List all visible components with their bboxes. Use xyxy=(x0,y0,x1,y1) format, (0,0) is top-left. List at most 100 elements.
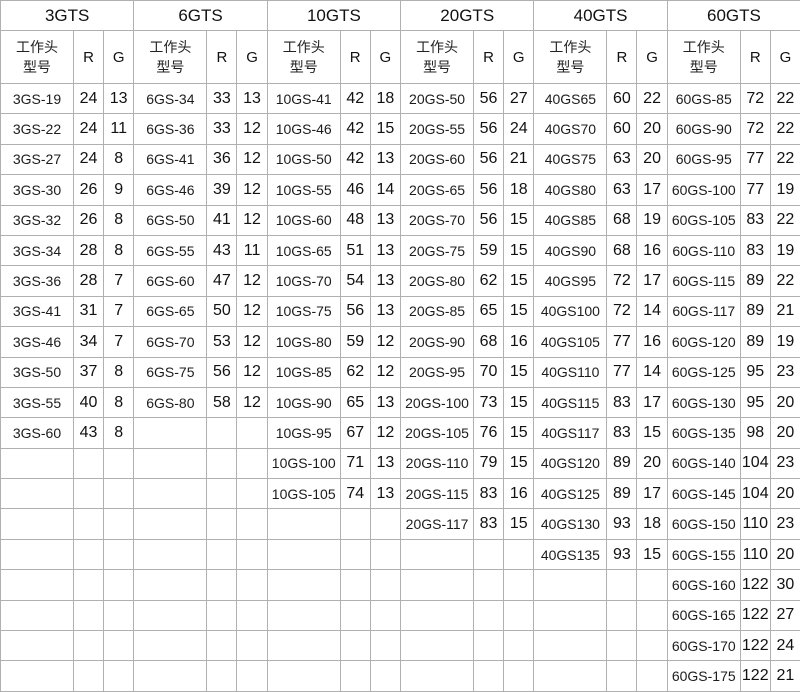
g-value-cell: 12 xyxy=(237,114,267,144)
g-value-cell: 12 xyxy=(237,387,267,417)
g-value-cell: 13 xyxy=(370,144,400,174)
g-value-cell xyxy=(237,539,267,569)
table-row: 60GS-17512221 xyxy=(1,661,800,692)
table-row: 3GS-463476GS-70531210GS-80591220GS-90681… xyxy=(1,327,800,357)
model-cell: 10GS-70 xyxy=(267,266,340,296)
model-header-line1: 工作头 xyxy=(134,37,206,57)
r-value-cell xyxy=(207,631,237,661)
r-value-cell: 63 xyxy=(607,175,637,205)
r-value-cell: 122 xyxy=(740,570,770,600)
r-value-cell: 89 xyxy=(740,296,770,326)
g-value-cell xyxy=(504,631,534,661)
g-value-cell xyxy=(104,600,134,630)
model-cell: 6GS-80 xyxy=(134,387,207,417)
r-value-cell xyxy=(207,418,237,448)
model-cell: 10GS-55 xyxy=(267,175,340,205)
r-column-header: R xyxy=(474,31,504,84)
model-cell: 3GS-30 xyxy=(1,175,74,205)
g-value-cell xyxy=(104,631,134,661)
r-value-cell: 89 xyxy=(740,266,770,296)
r-value-cell: 89 xyxy=(607,479,637,509)
table-row: 10GS-105741320GS-115831640GS125891760GS-… xyxy=(1,479,800,509)
g-value-cell xyxy=(504,570,534,600)
g-value-cell: 17 xyxy=(637,479,667,509)
r-value-cell: 122 xyxy=(740,661,770,692)
g-value-cell: 17 xyxy=(637,387,667,417)
model-cell: 40GS125 xyxy=(534,479,607,509)
model-cell: 10GS-90 xyxy=(267,387,340,417)
model-cell: 6GS-55 xyxy=(134,235,207,265)
model-header-line2: 型号 xyxy=(134,57,206,77)
g-value-cell: 30 xyxy=(770,570,800,600)
model-cell xyxy=(1,509,74,539)
model-cell xyxy=(534,631,607,661)
model-cell: 3GS-60 xyxy=(1,418,74,448)
model-cell: 60GS-140 xyxy=(667,448,740,478)
g-value-cell: 14 xyxy=(637,296,667,326)
model-cell: 40GS85 xyxy=(534,205,607,235)
r-value-cell: 67 xyxy=(340,418,370,448)
table-row: 3GS-342886GS-55431110GS-65511320GS-75591… xyxy=(1,235,800,265)
r-column-header: R xyxy=(607,31,637,84)
r-value-cell: 39 xyxy=(207,175,237,205)
table-row: 20GS-117831540GS130931860GS-15011023 xyxy=(1,509,800,539)
g-value-cell: 7 xyxy=(104,296,134,326)
r-value-cell xyxy=(474,539,504,569)
model-cell: 10GS-85 xyxy=(267,357,340,387)
table-header: 3GTS6GTS10GTS20GTS40GTS60GTS工作头型号RG工作头型号… xyxy=(1,1,800,84)
g-value-cell: 22 xyxy=(770,114,800,144)
r-value-cell: 68 xyxy=(607,205,637,235)
model-cell xyxy=(267,539,340,569)
r-value-cell xyxy=(474,661,504,692)
model-cell: 6GS-75 xyxy=(134,357,207,387)
g-value-cell: 12 xyxy=(370,327,400,357)
model-column-header: 工作头型号 xyxy=(667,31,740,84)
r-value-cell xyxy=(74,661,104,692)
r-value-cell: 83 xyxy=(607,418,637,448)
g-value-cell: 12 xyxy=(237,144,267,174)
g-value-cell xyxy=(370,539,400,569)
r-value-cell: 24 xyxy=(74,114,104,144)
r-value-cell xyxy=(340,539,370,569)
r-value-cell xyxy=(74,600,104,630)
model-cell: 20GS-60 xyxy=(401,144,474,174)
g-value-cell: 19 xyxy=(770,235,800,265)
model-cell xyxy=(401,661,474,692)
g-value-cell: 17 xyxy=(637,175,667,205)
r-value-cell: 59 xyxy=(340,327,370,357)
g-value-cell xyxy=(370,661,400,692)
model-cell: 60GS-115 xyxy=(667,266,740,296)
g-value-cell: 15 xyxy=(370,114,400,144)
model-header-line1: 工作头 xyxy=(401,37,473,57)
model-cell: 3GS-41 xyxy=(1,296,74,326)
model-cell: 10GS-95 xyxy=(267,418,340,448)
model-column-header: 工作头型号 xyxy=(134,31,207,84)
model-cell: 6GS-50 xyxy=(134,205,207,235)
g-value-cell: 22 xyxy=(770,144,800,174)
model-cell: 40GS110 xyxy=(534,357,607,387)
r-value-cell: 89 xyxy=(607,448,637,478)
table-row: 40GS135931560GS-15511020 xyxy=(1,539,800,569)
g-value-cell: 8 xyxy=(104,235,134,265)
model-cell xyxy=(1,570,74,600)
r-value-cell: 83 xyxy=(474,509,504,539)
r-value-cell: 77 xyxy=(740,144,770,174)
g-value-cell xyxy=(370,600,400,630)
g-value-cell: 24 xyxy=(770,631,800,661)
r-value-cell: 63 xyxy=(607,144,637,174)
model-column-header: 工作头型号 xyxy=(401,31,474,84)
model-header-line1: 工作头 xyxy=(668,37,740,57)
g-value-cell: 12 xyxy=(237,327,267,357)
model-cell: 40GS80 xyxy=(534,175,607,205)
g-value-cell: 23 xyxy=(770,357,800,387)
r-value-cell: 110 xyxy=(740,539,770,569)
model-cell: 3GS-27 xyxy=(1,144,74,174)
r-value-cell: 65 xyxy=(474,296,504,326)
g-value-cell: 12 xyxy=(237,175,267,205)
model-cell xyxy=(401,539,474,569)
model-cell: 60GS-105 xyxy=(667,205,740,235)
model-cell xyxy=(1,631,74,661)
model-cell xyxy=(134,418,207,448)
r-value-cell: 43 xyxy=(207,235,237,265)
r-value-cell: 95 xyxy=(740,357,770,387)
